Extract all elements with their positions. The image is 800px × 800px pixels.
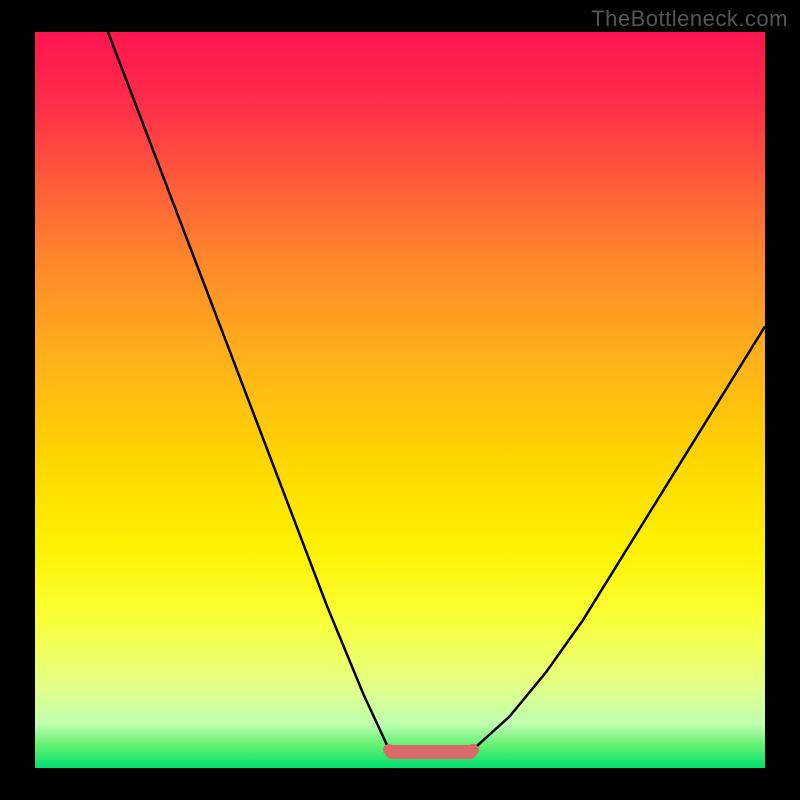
chart-plot-area — [35, 32, 765, 768]
optimal-zone-marker — [385, 745, 477, 759]
curve-left-branch — [108, 32, 389, 750]
optimal-zone-end-left — [383, 744, 395, 756]
watermark-text: TheBottleneck.com — [591, 6, 788, 32]
curve-right-branch — [473, 326, 765, 749]
optimal-zone-end-right — [467, 744, 479, 756]
curve-svg — [35, 32, 765, 768]
